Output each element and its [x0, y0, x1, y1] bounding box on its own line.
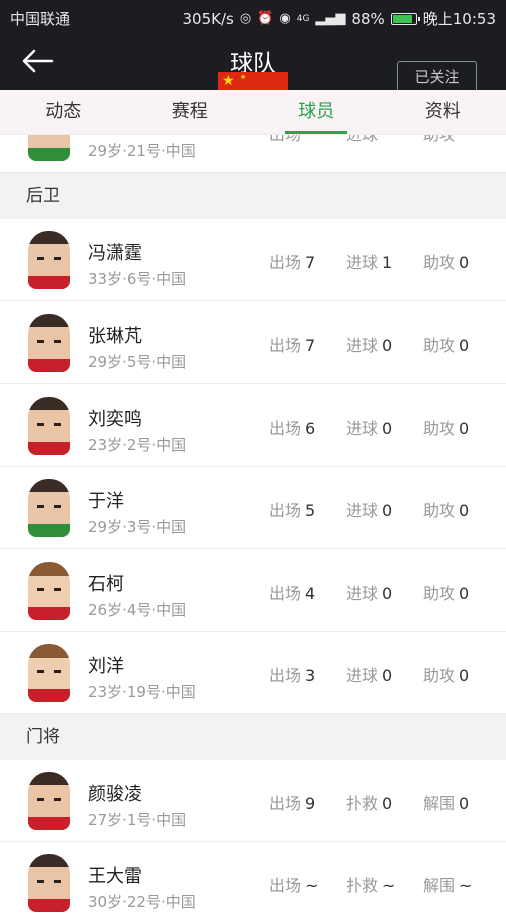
- player-row[interactable]: 张琳芃 29岁·5号·中国 出场7 进球0 助攻0: [0, 302, 506, 384]
- stat-appearances: 出场3: [269, 662, 315, 686]
- player-avatar: [28, 772, 70, 830]
- player-avatar: [28, 314, 70, 372]
- stat-goals: 进球0: [346, 580, 392, 604]
- carrier-label: 中国联通: [10, 8, 70, 29]
- player-avatar: [28, 479, 70, 537]
- stat-assists: 助攻0: [423, 415, 469, 439]
- stat-assists: 助攻0: [423, 249, 469, 273]
- stat-goals: 进球0: [346, 497, 392, 521]
- player-avatar: [28, 854, 70, 912]
- network-speed: 305K/s: [183, 10, 234, 28]
- player-row[interactable]: 于洋 29岁·3号·中国 出场5 进球0 助攻0: [0, 467, 506, 549]
- player-name: 石柯: [88, 570, 124, 596]
- player-avatar: [28, 562, 70, 620]
- stat-saves: 扑救0: [346, 790, 392, 814]
- battery-percent: 88%: [351, 10, 384, 28]
- stat-appearances: 出场9: [269, 790, 315, 814]
- stat-appearances: 出场7: [269, 249, 315, 273]
- team-header: 球队 ★★ 已关注: [0, 34, 506, 90]
- stat-assists: 助攻0: [423, 497, 469, 521]
- stat-assists: 助攻0: [423, 332, 469, 356]
- player-name: 刘洋: [88, 652, 124, 678]
- player-row[interactable]: 石柯 26岁·4号·中国 出场4 进球0 助攻0: [0, 550, 506, 632]
- stat-appearances: 出场7: [269, 332, 315, 356]
- player-meta: 23岁·2号·中国: [88, 434, 186, 455]
- player-meta: 23岁·19号·中国: [88, 681, 196, 702]
- stat-appearances: 出场6: [269, 415, 315, 439]
- player-meta: 29岁·3号·中国: [88, 516, 186, 537]
- stat-appearances: 出场~: [269, 872, 318, 896]
- stat-appearances: 出场4: [269, 580, 315, 604]
- player-avatar: [28, 397, 70, 455]
- player-name: 冯潇霆: [88, 239, 142, 265]
- player-row[interactable]: 王大雷 30岁·22号·中国 出场~ 扑救~ 解围~: [0, 842, 506, 924]
- stat-saves: 扑救~: [346, 872, 395, 896]
- player-avatar: [28, 644, 70, 702]
- tab-bar: 动态 赛程 球员 资料: [0, 90, 506, 135]
- player-name: 张琳芃: [88, 322, 142, 348]
- stat-goals: 进球0: [346, 415, 392, 439]
- player-name: 颜骏凌: [88, 780, 142, 806]
- stat-assists: 助攻0: [423, 580, 469, 604]
- player-row[interactable]: 颜骏凌 27岁·1号·中国 出场9 扑救0 解围0: [0, 760, 506, 842]
- tab-schedule[interactable]: 赛程: [127, 90, 254, 134]
- tab-players[interactable]: 球员: [253, 90, 380, 134]
- network-type: 4G: [297, 14, 310, 24]
- player-meta: 33岁·6号·中国: [88, 268, 186, 289]
- player-name: 刘奕鸣: [88, 405, 142, 431]
- stat-goals: 进球0: [346, 662, 392, 686]
- player-meta: 29岁·5号·中国: [88, 351, 186, 372]
- player-row[interactable]: 刘洋 23岁·19号·中国 出场3 进球0 助攻0: [0, 632, 506, 714]
- alarm-icon: ⏰: [257, 11, 273, 26]
- player-meta: 27岁·1号·中国: [88, 809, 186, 830]
- hotspot-icon: ◎: [240, 11, 251, 26]
- stat-clearances: 解围~: [423, 872, 472, 896]
- stat-assists: 助攻0: [423, 662, 469, 686]
- battery-icon: [391, 13, 417, 25]
- tab-info[interactable]: 资料: [380, 90, 506, 134]
- clock: 晚上10:53: [423, 8, 496, 29]
- player-avatar: [28, 231, 70, 289]
- section-header-goalkeepers: 门将: [0, 714, 506, 760]
- stat-goals: 进球0: [346, 332, 392, 356]
- section-header-defenders: 后卫: [0, 173, 506, 219]
- player-name: 于洋: [88, 487, 124, 513]
- follow-button[interactable]: 已关注: [397, 61, 477, 90]
- eye-icon: ◉: [279, 11, 290, 26]
- china-flag-icon: ★★: [218, 72, 288, 90]
- player-name: 王大雷: [88, 862, 142, 888]
- tab-news[interactable]: 动态: [0, 90, 127, 134]
- stat-appearances: 出场5: [269, 497, 315, 521]
- status-bar: 中国联通 305K/s ◎ ⏰ ◉ 4G ▂▄▆ 88% 晚上10:53: [0, 0, 506, 34]
- player-row[interactable]: 刘奕鸣 23岁·2号·中国 出场6 进球0 助攻0: [0, 385, 506, 467]
- stat-clearances: 解围0: [423, 790, 469, 814]
- player-meta: 29岁·21号·中国: [88, 140, 196, 161]
- player-meta: 26岁·4号·中国: [88, 599, 186, 620]
- player-meta: 30岁·22号·中国: [88, 891, 196, 912]
- stat-goals: 进球1: [346, 249, 392, 273]
- player-row[interactable]: 冯潇霆 33岁·6号·中国 出场7 进球1 助攻0: [0, 219, 506, 301]
- signal-icon: ▂▄▆: [315, 11, 345, 26]
